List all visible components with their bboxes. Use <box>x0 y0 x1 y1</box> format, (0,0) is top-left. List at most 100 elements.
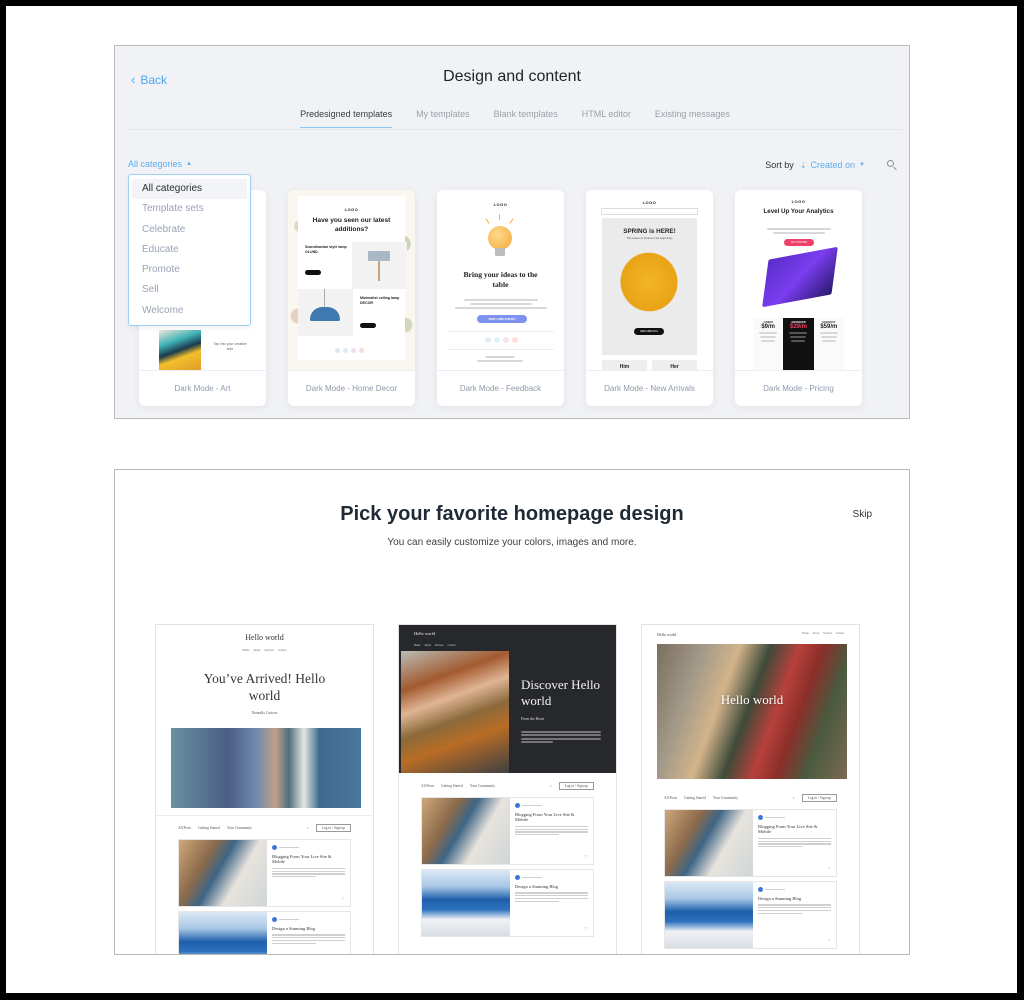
site-nav-item: Home <box>802 632 809 635</box>
heart-icon: ♡ <box>827 866 831 871</box>
feed-tab: Getting Started <box>441 784 463 788</box>
site-nav-item: Home <box>414 644 421 647</box>
category-option-celebrate[interactable]: Celebrate <box>132 220 247 240</box>
site-title: Hello world <box>414 631 436 636</box>
caret-down-icon: ▼ <box>859 162 865 168</box>
tabs-divider <box>128 129 903 130</box>
plan-price: $9/m <box>761 324 775 330</box>
sweater-image <box>609 241 689 323</box>
site-nav-item: About <box>424 644 431 647</box>
search-button[interactable] <box>887 160 897 170</box>
heart-icon: ♡ <box>827 938 831 943</box>
login-button: Log in / Sign up <box>315 824 351 832</box>
category-option-sell[interactable]: Sell <box>132 280 247 300</box>
thumb-him: Him <box>602 360 647 370</box>
template-card-feedback[interactable]: LOGO Bring your ideas to the table TAKE … <box>437 190 564 406</box>
search-icon: ⌕ <box>306 826 309 830</box>
avatar <box>272 845 277 850</box>
blog-feed: All Posts Getting Started Your Community… <box>642 791 859 949</box>
category-option-educate[interactable]: Educate <box>132 240 247 260</box>
laptop-illustration <box>762 246 838 308</box>
login-button: Log in / Sign up <box>558 782 594 790</box>
hero-image: Hello world <box>657 644 847 779</box>
template-card-pricing[interactable]: LOGO Level Up Your Analytics GET STARTED… <box>735 190 862 406</box>
thumb-logo: LOGO <box>493 202 508 207</box>
site-nav-item: Contact <box>447 644 456 647</box>
template-name: Dark Mode - Home Decor <box>288 370 415 406</box>
thumb-headline: Have you seen our latest additions? <box>312 217 391 233</box>
site-nav-item: Services <box>264 649 274 652</box>
tab-blank-templates[interactable]: Blank templates <box>494 109 558 128</box>
skip-button[interactable]: Skip <box>853 509 872 520</box>
thumb-headline: Bring your ideas to the table <box>463 270 538 290</box>
homepage-design-option-3[interactable]: Hello world Home About Services Contact … <box>641 624 860 954</box>
heart-icon: ♡ <box>584 926 588 931</box>
template-name: Dark Mode - Feedback <box>437 370 564 406</box>
blog-post: Design a Stunning Blog ♡ <box>421 869 594 937</box>
art-thumb-text: Tap into your creative side <box>213 342 247 352</box>
feed-tab: All Posts <box>178 826 192 830</box>
blog-feed: All Posts Getting Started Your Community… <box>156 821 373 954</box>
hero-image <box>171 728 361 808</box>
category-option-welcome[interactable]: Welcome <box>132 301 247 321</box>
search-icon: ⌕ <box>549 784 552 788</box>
sort-dropdown[interactable]: ⇣ Created on ▼ <box>800 160 865 170</box>
site-hero-heading: You’ve Arrived! Hello world <box>203 671 326 703</box>
avatar <box>515 875 520 880</box>
hero-image <box>401 651 509 773</box>
blog-feed: All Posts Getting Started Your Community… <box>399 779 616 937</box>
site-nav: Home About Services Contact <box>414 644 456 647</box>
template-thumbnail: LOGO Level Up Your Analytics GET STARTED… <box>735 190 862 370</box>
site-title: Hello world <box>245 633 284 642</box>
tab-html-editor[interactable]: HTML editor <box>582 109 631 128</box>
blog-post: Blogging From Your Live Site & Mobile ♡ <box>664 809 837 877</box>
tab-predesigned-templates[interactable]: Predesigned templates <box>300 109 393 128</box>
category-option-template-sets[interactable]: Template sets <box>132 199 247 219</box>
post-title: Blogging From Your Live Site & Mobile <box>272 854 332 865</box>
site-tagline: From the Heart <box>521 717 545 721</box>
template-thumbnail: LOGO Bring your ideas to the table TAKE … <box>437 190 564 370</box>
tab-existing-messages[interactable]: Existing messages <box>655 109 730 128</box>
heart-icon: ♡ <box>584 854 588 859</box>
avatar <box>272 917 277 922</box>
site-nav-item: Contact <box>835 632 844 635</box>
category-dropdown-menu: All categories Template sets Celebrate E… <box>128 174 251 326</box>
post-image <box>179 912 267 954</box>
homepage-design-option-2[interactable]: Hello world Home About Services Contact … <box>398 624 617 954</box>
feed-tab: Your Community <box>712 796 739 800</box>
sort-control: Sort by ⇣ Created on ▼ <box>765 160 897 170</box>
site-tagline: Naturally Curious <box>251 711 278 715</box>
thumb-logo: LOGO <box>791 199 806 204</box>
search-icon <box>887 160 894 167</box>
feed-tab: Your Community <box>469 784 496 788</box>
feed-tab: Your Community <box>226 826 253 830</box>
thumb-logo: LOGO <box>642 200 657 205</box>
post-image <box>665 882 753 948</box>
template-card-new-arrivals[interactable]: LOGO SPRING is HERE! This season is all … <box>586 190 713 406</box>
site-nav-item: Home <box>242 649 250 652</box>
category-option-all[interactable]: All categories <box>132 179 247 200</box>
thumb-cta: GET STARTED <box>784 239 814 246</box>
category-option-promote[interactable]: Promote <box>132 260 247 280</box>
post-image <box>422 870 510 936</box>
thumb-headline: SPRING is HERE! <box>623 228 676 235</box>
picker-subtitle: You can easily customize your colors, im… <box>387 537 637 548</box>
category-selector-label: All categories <box>128 159 183 169</box>
heart-icon: ♡ <box>341 896 345 901</box>
tab-my-templates[interactable]: My templates <box>416 109 470 128</box>
template-card-home-decor[interactable]: LOGO Have you seen our latest additions?… <box>288 190 415 406</box>
feed-tab: All Posts <box>421 784 435 788</box>
avatar <box>515 803 520 808</box>
post-title: Blogging From Your Live Site & Mobile <box>515 812 575 823</box>
art-image <box>159 330 201 370</box>
homepage-design-option-1[interactable]: Hello world Home About Services Contact … <box>155 624 374 954</box>
post-image <box>179 840 267 906</box>
sort-value: Created on <box>810 160 856 170</box>
site-nav-item: Services <box>434 644 444 647</box>
category-selector[interactable]: All categories ▲ <box>128 159 192 169</box>
site-nav-item: About <box>812 632 820 635</box>
picker-title: Pick your favorite homepage design <box>340 503 684 525</box>
site-hero-heading: Discover Hello world <box>521 677 601 708</box>
search-icon: ⌕ <box>792 796 795 800</box>
sort-direction-icon: ⇣ <box>799 160 807 170</box>
